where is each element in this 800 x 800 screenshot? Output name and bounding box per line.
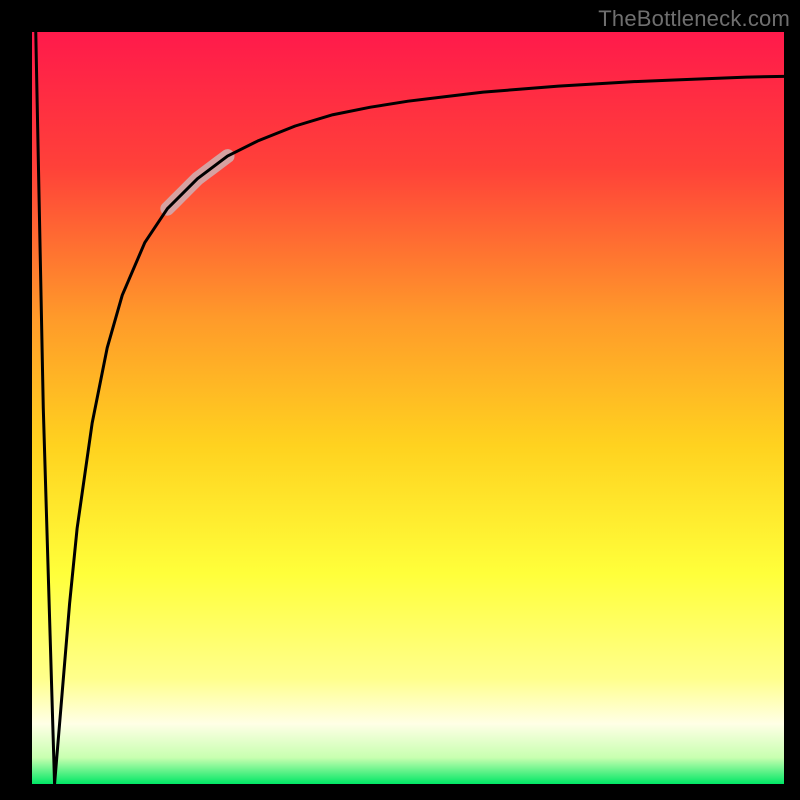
gradient-background bbox=[32, 32, 784, 784]
chart-frame: TheBottleneck.com bbox=[0, 0, 800, 800]
watermark-text: TheBottleneck.com bbox=[598, 6, 790, 32]
chart-svg bbox=[32, 32, 784, 784]
plot-area bbox=[32, 32, 784, 784]
